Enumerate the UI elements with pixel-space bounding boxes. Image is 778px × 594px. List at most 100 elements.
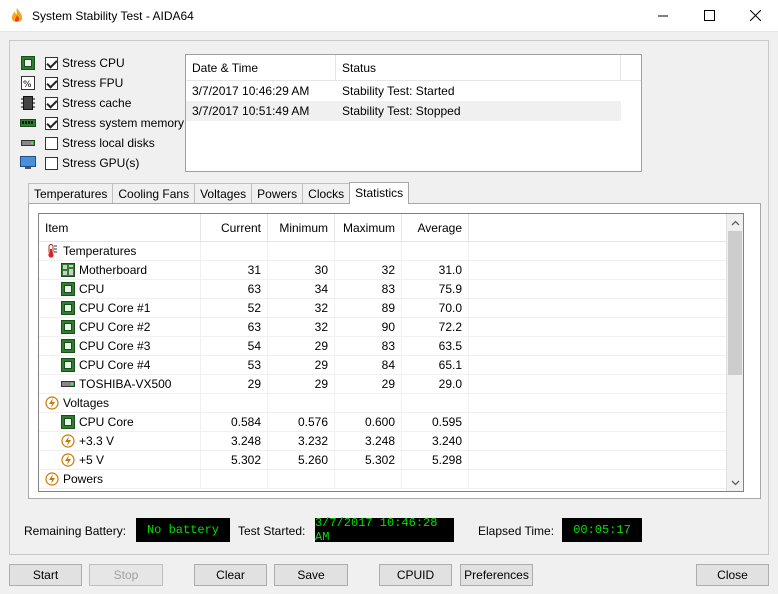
- stress-cache-checkbox[interactable]: [45, 96, 58, 110]
- disk-icon: [61, 377, 75, 391]
- group-label: Powers: [63, 471, 104, 486]
- table-row[interactable]: +3.3 V 3.248 3.232 3.248 3.240: [39, 432, 743, 451]
- scroll-up-button[interactable]: [727, 214, 743, 231]
- voltage-icon: [45, 396, 59, 410]
- minimize-button[interactable]: [640, 0, 686, 31]
- scroll-down-button[interactable]: [727, 474, 743, 491]
- table-row[interactable]: CPU Core 0.584 0.576 0.600 0.595: [39, 413, 743, 432]
- table-row[interactable]: CPU Core #2 63 32 90 72.2: [39, 318, 743, 337]
- fpu-icon: %: [20, 76, 36, 90]
- row-label: CPU: [79, 281, 105, 296]
- header-minimum[interactable]: Minimum: [268, 214, 335, 241]
- cell-average: 31.0: [402, 261, 469, 279]
- cell-minimum: 3.232: [268, 432, 335, 450]
- cell-average: 3.240: [402, 432, 469, 450]
- log-row[interactable]: 3/7/2017 10:46:29 AM Stability Test: Sta…: [186, 81, 641, 101]
- cpu-icon: [61, 339, 75, 353]
- tab-temperatures[interactable]: Temperatures: [28, 183, 114, 204]
- stop-button[interactable]: Stop: [89, 564, 163, 586]
- table-row[interactable]: CPU Core #3 54 29 83 63.5: [39, 337, 743, 356]
- preferences-button[interactable]: Preferences: [460, 564, 533, 586]
- cell-maximum: 90: [335, 318, 402, 336]
- tab-clocks[interactable]: Clocks: [302, 183, 351, 204]
- close-window-button[interactable]: [732, 0, 778, 31]
- row-label: +3.3 V: [79, 433, 115, 448]
- cell-minimum: 30: [268, 261, 335, 279]
- save-button[interactable]: Save: [274, 564, 348, 586]
- cell-current: 54: [201, 337, 268, 355]
- cell-minimum: 5.260: [268, 451, 335, 469]
- header-average[interactable]: Average: [402, 214, 469, 241]
- row-label: Motherboard: [79, 262, 148, 277]
- cell-maximum: 84: [335, 356, 402, 374]
- stress-cpu-option[interactable]: Stress CPU: [20, 53, 125, 73]
- window-title: System Stability Test - AIDA64: [32, 9, 194, 23]
- cpuid-button[interactable]: CPUID: [379, 564, 452, 586]
- cpu-icon: [61, 358, 75, 372]
- test-log-list[interactable]: Date & Time Status 3/7/2017 10:46:29 AM …: [185, 54, 642, 172]
- tab-powers[interactable]: Powers: [251, 183, 304, 204]
- memory-icon: [20, 116, 36, 130]
- voltage-icon: [45, 472, 59, 486]
- log-header-datetime[interactable]: Date & Time: [186, 55, 336, 80]
- stress-fpu-checkbox[interactable]: [45, 76, 58, 90]
- elapsed-time-label: Elapsed Time:: [478, 524, 555, 538]
- log-row-time: 3/7/2017 10:46:29 AM: [192, 84, 310, 98]
- log-header-status[interactable]: Status: [336, 55, 621, 80]
- stress-fpu-option[interactable]: % Stress FPU: [20, 73, 123, 93]
- table-row[interactable]: +5 V 5.302 5.260 5.302 5.298: [39, 451, 743, 470]
- group-row-voltages[interactable]: Voltages: [39, 394, 743, 413]
- scroll-thumb[interactable]: [728, 231, 742, 375]
- start-button[interactable]: Start: [9, 564, 82, 586]
- clear-button[interactable]: Clear: [194, 564, 267, 586]
- test-started-label: Test Started:: [238, 524, 306, 538]
- cell-average: 5.298: [402, 451, 469, 469]
- battery-label: Remaining Battery:: [24, 524, 127, 538]
- row-label: CPU Core #3: [79, 338, 151, 353]
- stress-cpu-checkbox[interactable]: [45, 56, 58, 70]
- close-button[interactable]: Close: [696, 564, 769, 586]
- title-bar: System Stability Test - AIDA64: [0, 0, 778, 32]
- header-maximum[interactable]: Maximum: [335, 214, 402, 241]
- group-row-temperatures[interactable]: Temperatures: [39, 242, 743, 261]
- stress-disks-option[interactable]: Stress local disks: [20, 133, 155, 153]
- stress-memory-option[interactable]: Stress system memory: [20, 113, 184, 133]
- tab-statistics[interactable]: Statistics: [349, 182, 410, 204]
- table-row[interactable]: CPU Core #1 52 32 89 70.0: [39, 299, 743, 318]
- table-row[interactable]: Motherboard 31 30 32 31.0: [39, 261, 743, 280]
- stress-gpu-checkbox[interactable]: [45, 156, 58, 170]
- stress-gpu-option[interactable]: Stress GPU(s): [20, 153, 139, 173]
- tab-cooling-fans[interactable]: Cooling Fans: [112, 183, 196, 204]
- cell-maximum: 0.600: [335, 413, 402, 431]
- minimize-icon: [657, 15, 668, 17]
- cell-minimum: 29: [268, 337, 335, 355]
- cell-maximum: 89: [335, 299, 402, 317]
- stress-gpu-label: Stress GPU(s): [62, 156, 140, 170]
- group-label: Temperatures: [63, 243, 137, 258]
- stress-fpu-label: Stress FPU: [62, 76, 124, 90]
- row-label: CPU Core #4: [79, 357, 151, 372]
- stress-cache-option[interactable]: Stress cache: [20, 93, 131, 113]
- tab-voltages[interactable]: Voltages: [194, 183, 253, 204]
- stress-memory-label: Stress system memory: [62, 116, 185, 130]
- preferences-button-label: Preferences: [464, 568, 529, 582]
- log-row[interactable]: 3/7/2017 10:51:49 AM Stability Test: Sto…: [186, 101, 621, 121]
- table-row[interactable]: CPU 63 34 83 75.9: [39, 280, 743, 299]
- stress-memory-checkbox[interactable]: [45, 116, 58, 130]
- vertical-scrollbar[interactable]: [726, 214, 743, 491]
- cell-current: 52: [201, 299, 268, 317]
- close-button-label: Close: [717, 568, 748, 582]
- group-row-powers[interactable]: Powers: [39, 470, 743, 489]
- table-row[interactable]: CPU Core #4 53 29 84 65.1: [39, 356, 743, 375]
- cell-minimum: 0.576: [268, 413, 335, 431]
- row-label: +5 V: [79, 452, 105, 467]
- header-item[interactable]: Item: [39, 214, 201, 241]
- table-row[interactable]: TOSHIBA-VX500 29 29 29 29.0: [39, 375, 743, 394]
- cell-maximum: 29: [335, 375, 402, 393]
- header-current[interactable]: Current: [201, 214, 268, 241]
- statistics-table[interactable]: Item Current Minimum Maximum Average Tem…: [38, 213, 744, 492]
- maximize-button[interactable]: [686, 0, 732, 31]
- cell-average: 63.5: [402, 337, 469, 355]
- aida64-flame-icon: [11, 8, 23, 22]
- stress-disks-checkbox[interactable]: [45, 136, 58, 150]
